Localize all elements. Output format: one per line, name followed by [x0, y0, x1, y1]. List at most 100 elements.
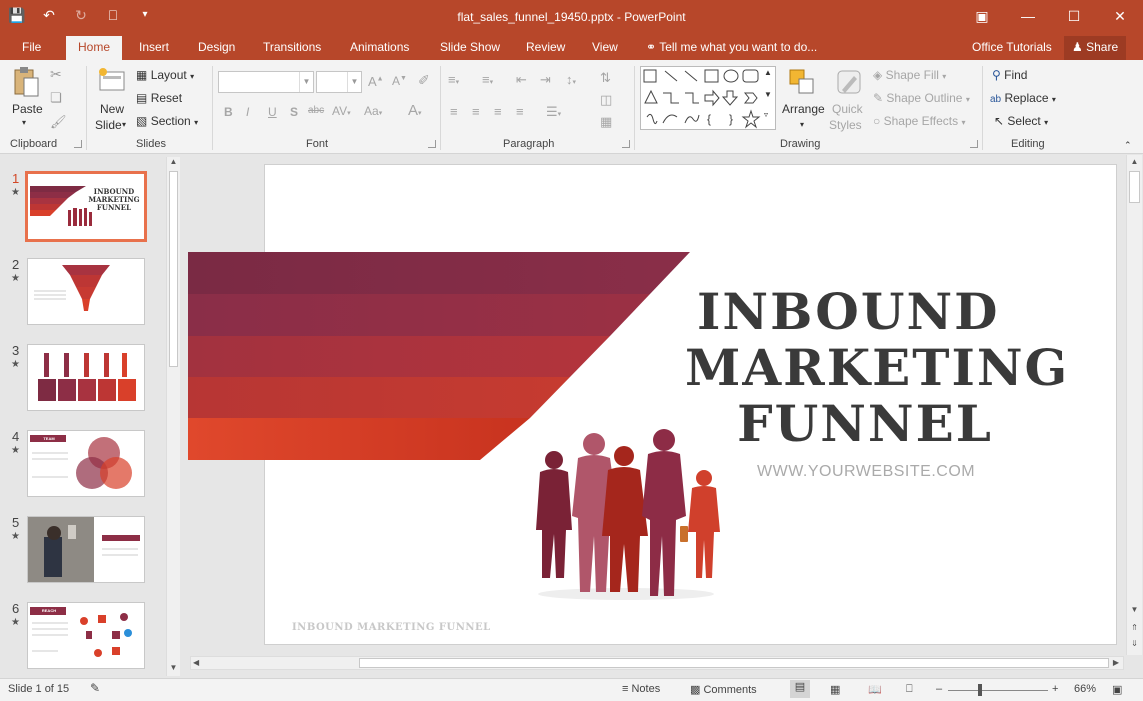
slide-thumbnail-6[interactable]: REACH — [27, 602, 145, 669]
zoom-in-icon[interactable]: + — [1052, 683, 1058, 695]
funnel-band-3[interactable] — [188, 336, 610, 377]
align-left-icon[interactable]: ≡ — [450, 104, 458, 119]
paste-button[interactable]: Paste — [12, 102, 43, 116]
align-right-icon[interactable]: ≡ — [494, 104, 502, 119]
slide-footer[interactable]: INBOUND MARKETING FUNNEL — [292, 622, 491, 633]
paste-icon[interactable] — [12, 66, 40, 98]
new-slide-label-1[interactable]: New — [100, 102, 124, 116]
grow-font-icon[interactable]: A▲ — [368, 74, 384, 89]
fit-to-window-icon[interactable]: ▣ — [1112, 683, 1122, 696]
shrink-font-icon[interactable]: A▼ — [392, 74, 407, 88]
slide-thumbnail-4[interactable]: TEAM — [27, 430, 145, 497]
slide-show-icon[interactable]: ⎕ — [906, 683, 913, 696]
tab-insert[interactable]: Insert — [139, 40, 169, 54]
office-tutorials-link[interactable]: Office Tutorials — [972, 40, 1052, 54]
scroll-thumb[interactable] — [359, 658, 1109, 668]
scroll-up-icon[interactable]: ▲ — [167, 157, 180, 166]
zoom-slider-track[interactable] — [948, 690, 1048, 691]
shape-fill-button[interactable]: ◈ Shape Fill ▾ — [873, 68, 946, 82]
scroll-down-icon[interactable]: ▼ — [1127, 605, 1142, 614]
zoom-out-icon[interactable]: – — [936, 683, 942, 695]
funnel-band-1[interactable] — [188, 252, 690, 294]
strikethrough-icon[interactable]: abc — [308, 105, 324, 116]
clipboard-launcher-icon[interactable] — [74, 140, 82, 148]
arrange-button[interactable]: Arrange — [782, 102, 825, 116]
change-case-icon[interactable]: Aa▾ — [364, 104, 382, 118]
font-launcher-icon[interactable] — [428, 140, 436, 148]
maximize-icon[interactable]: ☐ — [1051, 0, 1097, 32]
line-spacing-icon[interactable]: ↕▾ — [566, 72, 576, 87]
funnel-band-5[interactable] — [188, 418, 530, 460]
previous-slide-icon[interactable]: ⇑ — [1127, 623, 1142, 632]
gallery-more-icon[interactable]: ▿ — [764, 110, 768, 119]
font-name-combo[interactable]: ▼ — [218, 71, 314, 93]
numbering-icon[interactable]: ≡▾ — [482, 72, 493, 87]
tab-transitions[interactable]: Transitions — [263, 40, 321, 54]
underline-icon[interactable]: U — [268, 105, 277, 119]
slide-title-line-3[interactable]: FUNNEL — [697, 395, 1033, 453]
shape-outline-button[interactable]: ✎ Shape Outline ▾ — [873, 91, 970, 105]
select-button[interactable]: ↖ Select ▾ — [994, 114, 1048, 128]
font-color-icon[interactable]: A▾ — [408, 102, 422, 119]
quick-styles-icon[interactable] — [834, 68, 864, 98]
slide-thumbnail-1[interactable]: INBOUND MARKETING FUNNEL — [25, 171, 147, 242]
bullets-icon[interactable]: ≡▾ — [448, 72, 459, 87]
increase-indent-icon[interactable]: ⇥ — [540, 72, 551, 88]
canvas-vertical-scrollbar[interactable]: ▲ ▼ ⇑ ⇓ — [1126, 155, 1142, 655]
canvas-horizontal-scrollbar[interactable]: ◀ ▶ — [190, 656, 1124, 670]
scroll-up-icon[interactable]: ▲ — [1127, 157, 1142, 166]
scroll-down-icon[interactable]: ▼ — [167, 663, 180, 672]
scroll-right-icon[interactable]: ▶ — [1113, 658, 1119, 667]
gallery-down-icon[interactable]: ▼ — [764, 90, 772, 99]
quick-styles-label-1[interactable]: Quick — [832, 102, 863, 116]
slide-website[interactable]: WWW.YOURWEBSITE.COM — [757, 463, 975, 481]
justify-icon[interactable]: ≡ — [516, 104, 524, 119]
paste-dropdown-icon[interactable]: ▾ — [22, 118, 26, 127]
quick-styles-label-2[interactable]: Styles — [829, 118, 862, 132]
funnel-band-4[interactable] — [188, 377, 570, 418]
align-text-icon[interactable]: ◫ — [600, 92, 612, 108]
char-spacing-icon[interactable]: AV▾ — [332, 104, 351, 118]
italic-icon[interactable]: I — [246, 105, 249, 119]
columns-icon[interactable]: ☰▾ — [546, 104, 561, 120]
slide-thumbnail-2[interactable] — [27, 258, 145, 325]
shapes-gallery[interactable]: { } — [640, 66, 776, 130]
reading-view-icon[interactable]: 📖 — [868, 683, 882, 696]
comments-button[interactable]: ▩ Comments — [690, 683, 757, 696]
find-button[interactable]: ⚲ Find — [992, 68, 1027, 82]
layout-button[interactable]: ▦ Layout ▾ — [136, 68, 194, 82]
new-slide-label-2[interactable]: Slide — [95, 118, 122, 132]
format-painter-icon[interactable]: 🖌 — [50, 114, 67, 130]
close-icon[interactable]: ✕ — [1097, 0, 1143, 32]
business-people-silhouettes[interactable] — [526, 426, 726, 602]
tab-animations[interactable]: Animations — [350, 40, 409, 54]
minimize-icon[interactable]: — — [1005, 0, 1051, 32]
section-button[interactable]: ▧ Section ▾ — [136, 114, 198, 128]
cut-icon[interactable]: ✂ — [50, 66, 62, 83]
tab-review[interactable]: Review — [526, 40, 565, 54]
tab-view[interactable]: View — [592, 40, 618, 54]
new-slide-dropdown-icon[interactable]: ▾ — [122, 120, 126, 129]
thumbnail-scrollbar[interactable]: ▲ ▼ — [166, 157, 180, 676]
tab-design[interactable]: Design — [198, 40, 235, 54]
reset-button[interactable]: ▤ Reset — [136, 91, 182, 105]
collapse-ribbon-icon[interactable]: ⌃ — [1124, 140, 1132, 151]
arrange-icon[interactable] — [788, 68, 818, 98]
chevron-down-icon[interactable]: ▼ — [347, 72, 361, 92]
share-button[interactable]: ♟ Share — [1064, 36, 1127, 60]
scroll-thumb[interactable] — [169, 171, 178, 367]
smartart-icon[interactable]: ▦ — [600, 114, 612, 130]
scroll-left-icon[interactable]: ◀ — [193, 658, 199, 667]
chevron-down-icon[interactable]: ▾ — [800, 120, 804, 129]
scroll-thumb[interactable] — [1129, 171, 1140, 203]
paragraph-launcher-icon[interactable] — [622, 140, 630, 148]
new-slide-icon[interactable] — [96, 66, 126, 96]
text-direction-icon[interactable]: ⇅ — [600, 70, 611, 86]
tab-file[interactable]: File — [22, 40, 41, 54]
slide-title-line-2[interactable]: MARKETING — [685, 339, 1067, 397]
next-slide-icon[interactable]: ⇓ — [1127, 639, 1142, 648]
tab-slide-show[interactable]: Slide Show — [440, 40, 500, 54]
drawing-launcher-icon[interactable] — [970, 140, 978, 148]
shape-effects-button[interactable]: ○ Shape Effects ▾ — [873, 114, 965, 128]
replace-button[interactable]: ab Replace ▾ — [990, 91, 1056, 105]
